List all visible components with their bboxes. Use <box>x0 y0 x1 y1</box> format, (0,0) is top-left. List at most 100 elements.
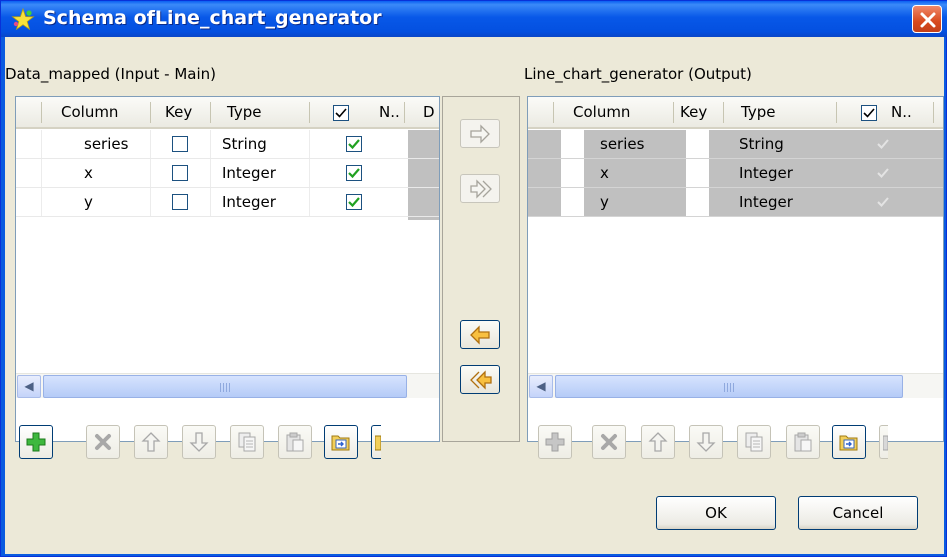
output-export-button[interactable] <box>879 425 888 459</box>
output-move-up-button[interactable] <box>641 425 675 459</box>
paste-button[interactable] <box>278 425 312 459</box>
header-nullable[interactable]: N.. <box>891 97 912 127</box>
row-type: Integer <box>739 164 793 182</box>
double-arrow-right-icon <box>470 179 492 199</box>
add-icon <box>545 432 565 452</box>
remove-column-button[interactable] <box>86 425 120 459</box>
key-checkbox[interactable] <box>172 165 188 181</box>
move-up-icon <box>141 432 161 452</box>
row-column-name[interactable]: x <box>84 159 93 187</box>
transfer-panel <box>442 96 520 442</box>
arrow-right-icon <box>470 124 490 144</box>
move-down-icon <box>696 432 716 452</box>
header-nullable[interactable]: N.. <box>379 97 400 127</box>
header-column[interactable]: Column <box>573 97 630 127</box>
scroll-left-button[interactable]: ◀ <box>529 375 553 398</box>
cancel-button[interactable]: Cancel <box>798 496 918 530</box>
paste-icon <box>286 432 304 452</box>
key-checkbox[interactable] <box>172 194 188 210</box>
check-icon <box>348 139 360 150</box>
header-key[interactable]: Key <box>680 97 707 127</box>
ok-button[interactable]: OK <box>656 496 776 530</box>
row-column-name: x <box>600 164 609 182</box>
row-column-name: series <box>600 135 645 153</box>
output-add-column-button[interactable] <box>538 425 572 459</box>
output-import-button[interactable] <box>832 425 866 459</box>
header-key[interactable]: Key <box>165 97 192 127</box>
copy-button[interactable] <box>230 425 264 459</box>
output-paste-button[interactable] <box>786 425 820 459</box>
import-icon <box>839 435 858 451</box>
output-horizontal-scrollbar[interactable]: ◀ <box>528 373 943 398</box>
input-panel-label: Data_mapped (Input - Main) <box>5 65 216 83</box>
row-type[interactable]: Integer <box>222 188 276 216</box>
move-down-icon <box>189 432 209 452</box>
header-column[interactable]: Column <box>61 97 118 127</box>
copy-all-left-button[interactable] <box>460 365 500 394</box>
table-row[interactable]: series String <box>528 130 943 159</box>
output-move-down-button[interactable] <box>689 425 723 459</box>
row-column-name[interactable]: series <box>84 130 128 158</box>
scroll-left-button[interactable]: ◀ <box>17 375 41 398</box>
schema-dialog: Schema ofLine_chart_generator Data_mappe… <box>0 0 947 557</box>
nullable-checkbox[interactable] <box>346 194 362 210</box>
row-type[interactable]: String <box>222 130 267 158</box>
move-up-icon <box>648 432 668 452</box>
table-row[interactable]: x Integer <box>16 159 439 188</box>
check-icon <box>877 139 889 149</box>
table-row[interactable]: y Integer <box>16 188 439 217</box>
key-checkbox[interactable] <box>172 136 188 152</box>
table-row[interactable]: y Integer <box>528 188 943 217</box>
nullable-checkbox[interactable] <box>346 136 362 152</box>
scroll-thumb[interactable] <box>43 375 407 398</box>
window-title: Schema ofLine_chart_generator <box>43 7 382 29</box>
header-nullable-checkbox[interactable] <box>333 105 349 121</box>
row-type: String <box>739 135 784 153</box>
double-arrow-left-icon <box>470 370 492 390</box>
table-row[interactable]: series String <box>16 130 439 159</box>
row-column-name[interactable]: y <box>84 188 93 216</box>
output-schema-table: Column Key Type N.. series String x Inte… <box>527 96 944 442</box>
export-icon <box>883 435 888 451</box>
move-up-button[interactable] <box>134 425 168 459</box>
header-type[interactable]: Type <box>741 97 775 127</box>
close-icon <box>920 12 936 28</box>
nullable-checkbox[interactable] <box>346 165 362 181</box>
header-default[interactable]: D <box>423 97 435 127</box>
copy-all-right-button[interactable] <box>460 174 500 203</box>
remove-icon <box>601 434 617 450</box>
add-icon <box>26 432 46 452</box>
move-down-button[interactable] <box>182 425 216 459</box>
export-icon <box>375 435 381 451</box>
row-type: Integer <box>739 193 793 211</box>
scroll-thumb[interactable] <box>555 375 903 398</box>
star-icon <box>11 8 35 31</box>
copy-left-button[interactable] <box>460 320 500 349</box>
header-type[interactable]: Type <box>227 97 261 127</box>
check-icon <box>348 197 360 208</box>
title-bar[interactable]: Schema ofLine_chart_generator <box>1 1 947 37</box>
input-horizontal-scrollbar[interactable]: ◀ <box>16 373 439 398</box>
header-nullable-checkbox[interactable] <box>861 105 877 121</box>
row-column-name: y <box>600 193 609 211</box>
import-button[interactable] <box>324 425 358 459</box>
check-icon <box>877 197 889 207</box>
paste-icon <box>794 432 812 452</box>
close-button[interactable] <box>912 5 942 33</box>
output-remove-column-button[interactable] <box>592 425 626 459</box>
input-table-header: Column Key Type N.. D <box>16 97 439 129</box>
row-type[interactable]: Integer <box>222 159 276 187</box>
copy-right-button[interactable] <box>460 119 500 148</box>
table-row[interactable]: x Integer <box>528 159 943 188</box>
import-icon <box>331 435 350 451</box>
copy-icon <box>745 432 763 452</box>
export-button[interactable] <box>371 425 381 459</box>
add-column-button[interactable] <box>19 425 53 459</box>
output-panel-label: Line_chart_generator (Output) <box>524 65 752 83</box>
check-icon <box>348 168 360 179</box>
input-schema-table: Column Key Type N.. D series String x In… <box>15 96 440 442</box>
output-table-header: Column Key Type N.. <box>528 97 943 129</box>
remove-icon <box>95 434 111 450</box>
output-copy-button[interactable] <box>737 425 771 459</box>
copy-icon <box>238 432 256 452</box>
